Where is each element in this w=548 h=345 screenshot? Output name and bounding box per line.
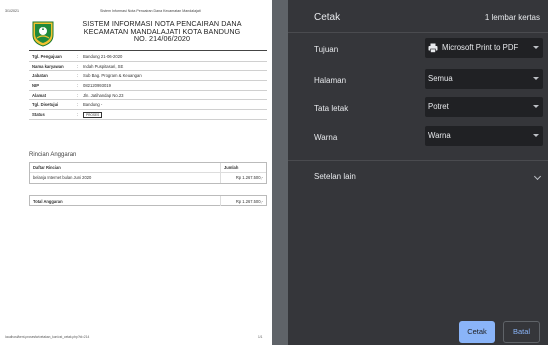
info-row-jabatan: Jabatan : Sub Bag. Program & Keuangan: [29, 71, 267, 82]
cancel-button[interactable]: Batal: [503, 321, 540, 343]
document-title: SISTEM INFORMASI NOTA PENCAIRAN DANA KEC…: [62, 20, 262, 43]
pages-select[interactable]: Semua: [425, 69, 543, 89]
color-select[interactable]: Warna: [425, 126, 543, 146]
bandung-city-logo: [32, 21, 54, 47]
field-value: 082120993019: [83, 83, 111, 89]
header-daftar: Daftar Rincian: [33, 165, 61, 170]
row-item: belanja Internet bulan Juni 2020: [33, 175, 92, 180]
print-settings-panel: Cetak 1 lembar kertas Tujuan Microsoft P…: [288, 0, 548, 345]
info-table: Tgl. Pengajuan : Bandung 21-06-2020 Nama…: [29, 52, 267, 120]
destination-value: Microsoft Print to PDF: [442, 43, 519, 52]
field-sep: :: [77, 73, 79, 79]
page-footer-url: localhost/kent-prosesfw/cetakan_kon/cst_…: [5, 335, 90, 339]
info-row-alamat: Alamat : Jln. Jatihandap No.23: [29, 91, 267, 101]
chevron-down-icon: [533, 77, 539, 80]
info-row-tgl-disetujui: Tgl. Disetujui : Bandung -: [29, 100, 267, 111]
title-line-3: NO. 214/06/2020: [133, 34, 191, 44]
info-row-nama: Nama karyawan : Indah Puspitasari, SE: [29, 62, 267, 72]
info-row-status: Status : PROSES: [29, 110, 267, 120]
print-date: 3/1/2021: [5, 9, 19, 13]
field-label: Jabatan: [32, 73, 48, 79]
field-value: PROSES: [83, 110, 103, 120]
table-row: belanja Internet bulan Juni 2020 Rp 1.26…: [30, 173, 266, 183]
chevron-down-icon[interactable]: [533, 172, 542, 181]
destination-select[interactable]: Microsoft Print to PDF: [425, 38, 543, 58]
destination-label: Tujuan: [314, 45, 339, 54]
chevron-down-icon: [533, 46, 539, 49]
printer-icon: [428, 43, 438, 53]
settings-divider: [288, 160, 548, 161]
title-divider: [29, 50, 267, 51]
pages-label: Halaman: [314, 76, 347, 85]
field-label: Tgl. Disetujui: [32, 102, 59, 108]
layout-value: Potret: [428, 102, 449, 111]
color-value: Warna: [428, 131, 451, 140]
field-label: NIP: [32, 83, 39, 89]
row-amount: Rp 1.267.500,-: [220, 173, 266, 183]
info-row-tgl-pengajuan: Tgl. Pengajuan : Bandung 21-06-2020: [29, 52, 267, 62]
page-footer-number: 1/1: [258, 335, 263, 339]
field-label: Nama karyawan: [32, 63, 64, 69]
field-label: Status: [32, 112, 45, 118]
layout-select[interactable]: Potret: [425, 97, 543, 117]
chevron-down-icon: [533, 105, 539, 108]
field-label: Alamat: [32, 92, 46, 98]
field-sep: :: [77, 102, 79, 108]
header-divider: [288, 32, 548, 33]
page-header-title: Sistem Informasi Nota Pencairan Dana Kec…: [100, 9, 201, 13]
total-value: Rp 1.267.500,-: [220, 196, 266, 206]
field-value: Bandung 21-06-2020: [83, 54, 123, 59]
field-label: Tgl. Pengajuan: [32, 54, 62, 59]
print-preview: 3/1/2021 Sistem Informasi Nota Pencairan…: [0, 0, 288, 345]
preview-page: 3/1/2021 Sistem Informasi Nota Pencairan…: [0, 0, 272, 345]
more-settings-toggle[interactable]: Setelan lain: [314, 172, 356, 181]
print-button[interactable]: Cetak: [459, 321, 495, 343]
field-value: Jln. Jatihandap No.23: [83, 92, 124, 98]
panel-title: Cetak: [314, 12, 341, 23]
field-sep: :: [77, 83, 79, 89]
total-table: Total Anggaran Rp 1.267.500,-: [29, 195, 267, 206]
rincian-title: Rincian Anggaran: [29, 152, 77, 158]
info-row-nip: NIP : 082120993019: [29, 81, 267, 91]
total-label: Total Anggaran: [33, 199, 63, 204]
page-header: 3/1/2021 Sistem Informasi Nota Pencairan…: [5, 9, 267, 15]
field-value: Sub Bag. Program & Keuangan: [83, 73, 142, 79]
chevron-down-icon: [533, 134, 539, 137]
field-sep: :: [77, 63, 79, 69]
field-sep: :: [77, 54, 79, 59]
field-value: Bandung -: [83, 102, 103, 108]
layout-label: Tata letak: [314, 104, 349, 113]
pages-value: Semua: [428, 74, 453, 83]
table-header-row: Daftar Rincian Jumlah: [30, 163, 266, 173]
field-sep: :: [77, 112, 79, 118]
header-jumlah: Jumlah: [220, 163, 266, 173]
sheet-count: 1 lembar kertas: [484, 13, 540, 22]
color-label: Warna: [314, 133, 338, 142]
field-sep: :: [77, 92, 79, 98]
rincian-table: Daftar Rincian Jumlah belanja Internet b…: [29, 162, 267, 184]
status-badge: PROSES: [83, 111, 103, 119]
field-value: Indah Puspitasari, SE: [83, 63, 124, 69]
